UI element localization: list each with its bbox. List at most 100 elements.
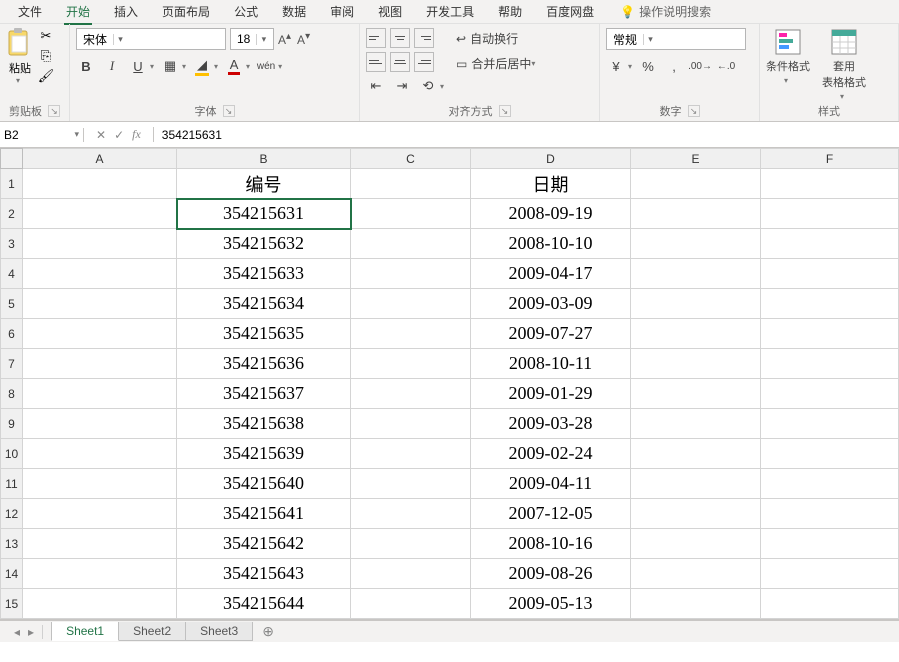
cell-D8[interactable]: 2009-01-29 bbox=[471, 379, 631, 409]
menu-item-3[interactable]: 公式 bbox=[224, 1, 268, 22]
cell-A11[interactable] bbox=[23, 469, 177, 499]
cell-C15[interactable] bbox=[351, 589, 471, 619]
cell-C6[interactable] bbox=[351, 319, 471, 349]
cell-B7[interactable]: 354215636 bbox=[177, 349, 351, 379]
col-header-B[interactable]: B bbox=[177, 149, 351, 169]
cell-A5[interactable] bbox=[23, 289, 177, 319]
phonetic-button[interactable]: wén bbox=[256, 56, 276, 76]
cell-B9[interactable]: 354215638 bbox=[177, 409, 351, 439]
align-bottom-center[interactable] bbox=[390, 52, 410, 72]
cell-C1[interactable] bbox=[351, 169, 471, 199]
menu-file[interactable]: 文件 bbox=[8, 1, 52, 22]
row-header-4[interactable]: 4 bbox=[1, 259, 23, 289]
col-header-F[interactable]: F bbox=[761, 149, 899, 169]
cell-B3[interactable]: 354215632 bbox=[177, 229, 351, 259]
menu-item-7[interactable]: 开发工具 bbox=[416, 1, 484, 22]
cell-B13[interactable]: 354215642 bbox=[177, 529, 351, 559]
row-header-12[interactable]: 12 bbox=[1, 499, 23, 529]
cell-A2[interactable] bbox=[23, 199, 177, 229]
wrap-text-button[interactable]: ↩自动换行 bbox=[452, 28, 539, 49]
row-header-1[interactable]: 1 bbox=[1, 169, 23, 199]
underline-button[interactable]: U bbox=[128, 56, 148, 76]
cell-B4[interactable]: 354215633 bbox=[177, 259, 351, 289]
row-header-13[interactable]: 13 bbox=[1, 529, 23, 559]
cell-B15[interactable]: 354215644 bbox=[177, 589, 351, 619]
menu-item-4[interactable]: 数据 bbox=[272, 1, 316, 22]
cell-A1[interactable] bbox=[23, 169, 177, 199]
cell-A4[interactable] bbox=[23, 259, 177, 289]
currency-button[interactable]: ¥ bbox=[606, 56, 626, 76]
cell-F1[interactable] bbox=[761, 169, 899, 199]
tab-next-button[interactable]: ▸ bbox=[28, 625, 34, 639]
name-box[interactable]: B2 ▾ bbox=[0, 128, 84, 142]
row-header-2[interactable]: 2 bbox=[1, 199, 23, 229]
cell-E5[interactable] bbox=[631, 289, 761, 319]
cell-F11[interactable] bbox=[761, 469, 899, 499]
comma-button[interactable]: , bbox=[664, 56, 684, 76]
paste-button[interactable]: 粘贴 ▾ bbox=[6, 28, 34, 85]
row-header-7[interactable]: 7 bbox=[1, 349, 23, 379]
number-format-combo[interactable]: 常规 ▾ bbox=[606, 28, 746, 50]
cell-E9[interactable] bbox=[631, 409, 761, 439]
fill-color-button[interactable]: ◢ bbox=[192, 56, 212, 76]
orientation-button[interactable]: ⟲ bbox=[418, 76, 438, 96]
cell-C3[interactable] bbox=[351, 229, 471, 259]
select-all-corner[interactable] bbox=[1, 149, 23, 169]
cell-B14[interactable]: 354215643 bbox=[177, 559, 351, 589]
cell-F6[interactable] bbox=[761, 319, 899, 349]
row-header-5[interactable]: 5 bbox=[1, 289, 23, 319]
increase-indent-button[interactable]: ⇥ bbox=[392, 76, 412, 96]
cell-C9[interactable] bbox=[351, 409, 471, 439]
align-bottom-left[interactable] bbox=[366, 52, 386, 72]
align-top-left[interactable] bbox=[366, 28, 386, 48]
cell-D12[interactable]: 2007-12-05 bbox=[471, 499, 631, 529]
cell-A7[interactable] bbox=[23, 349, 177, 379]
cell-A10[interactable] bbox=[23, 439, 177, 469]
cell-D3[interactable]: 2008-10-10 bbox=[471, 229, 631, 259]
cell-C12[interactable] bbox=[351, 499, 471, 529]
cell-A3[interactable] bbox=[23, 229, 177, 259]
border-button[interactable]: ▦ bbox=[160, 56, 180, 76]
percent-button[interactable]: % bbox=[638, 56, 658, 76]
cell-C13[interactable] bbox=[351, 529, 471, 559]
align-launcher[interactable]: ↘ bbox=[499, 105, 511, 117]
cell-F14[interactable] bbox=[761, 559, 899, 589]
decrease-font-button[interactable]: A▾ bbox=[297, 31, 310, 47]
cell-B1[interactable]: 编号 bbox=[177, 169, 351, 199]
cell-C7[interactable] bbox=[351, 349, 471, 379]
menu-item-6[interactable]: 视图 bbox=[368, 1, 412, 22]
row-header-14[interactable]: 14 bbox=[1, 559, 23, 589]
format-painter-button[interactable]: 🖌 bbox=[38, 68, 54, 84]
cell-F5[interactable] bbox=[761, 289, 899, 319]
increase-font-button[interactable]: A▴ bbox=[278, 31, 291, 47]
cell-B11[interactable]: 354215640 bbox=[177, 469, 351, 499]
cell-A8[interactable] bbox=[23, 379, 177, 409]
cell-B10[interactable]: 354215639 bbox=[177, 439, 351, 469]
col-header-D[interactable]: D bbox=[471, 149, 631, 169]
sheet-tab-Sheet1[interactable]: Sheet1 bbox=[51, 622, 119, 641]
cell-C8[interactable] bbox=[351, 379, 471, 409]
cell-E15[interactable] bbox=[631, 589, 761, 619]
menu-item-2[interactable]: 页面布局 bbox=[152, 1, 220, 22]
decrease-decimal-button[interactable]: ←.0 bbox=[716, 56, 736, 76]
sheet-tab-Sheet3[interactable]: Sheet3 bbox=[185, 622, 253, 641]
italic-button[interactable]: I bbox=[102, 56, 122, 76]
cell-A12[interactable] bbox=[23, 499, 177, 529]
cell-E3[interactable] bbox=[631, 229, 761, 259]
cell-F10[interactable] bbox=[761, 439, 899, 469]
row-header-6[interactable]: 6 bbox=[1, 319, 23, 349]
formula-value[interactable]: 354215631 bbox=[154, 128, 230, 142]
cell-E1[interactable] bbox=[631, 169, 761, 199]
align-top-center[interactable] bbox=[390, 28, 410, 48]
decrease-indent-button[interactable]: ⇤ bbox=[366, 76, 386, 96]
cell-D1[interactable]: 日期 bbox=[471, 169, 631, 199]
menu-item-0[interactable]: 开始 bbox=[56, 1, 100, 22]
cell-D9[interactable]: 2009-03-28 bbox=[471, 409, 631, 439]
font-color-button[interactable]: A bbox=[224, 56, 244, 76]
cell-F2[interactable] bbox=[761, 199, 899, 229]
cell-F9[interactable] bbox=[761, 409, 899, 439]
font-launcher[interactable]: ↘ bbox=[223, 105, 235, 117]
fx-button[interactable]: fx bbox=[132, 127, 141, 142]
cell-B12[interactable]: 354215641 bbox=[177, 499, 351, 529]
cell-B2[interactable]: 354215631 bbox=[177, 199, 351, 229]
